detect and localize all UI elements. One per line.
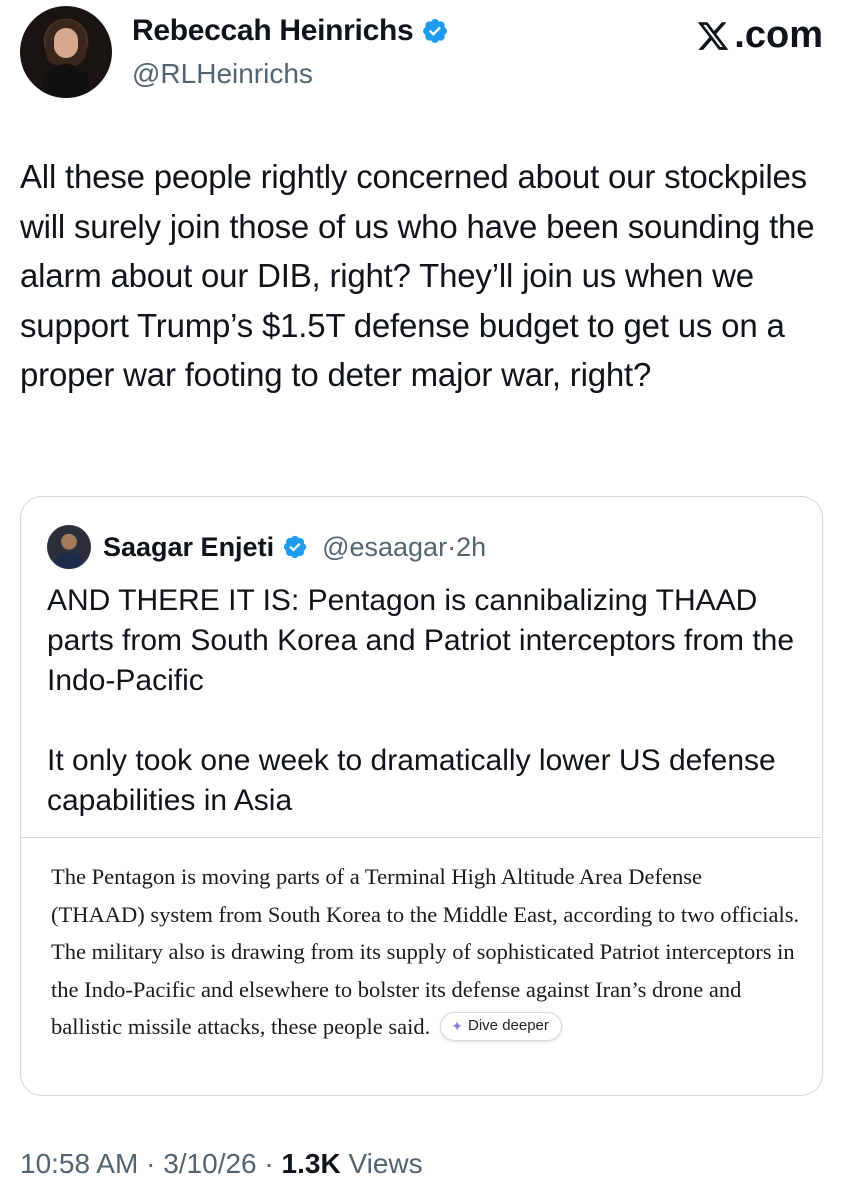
x-logo-icon bbox=[698, 21, 729, 50]
views-count[interactable]: 1.3K bbox=[282, 1148, 341, 1179]
dot-separator: · bbox=[256, 1148, 282, 1179]
article-excerpt-text: The Pentagon is moving parts of a Termin… bbox=[51, 864, 800, 1039]
tweet-header: Rebeccah Heinrichs @RLHeinrichs .com bbox=[20, 6, 823, 100]
article-excerpt-card[interactable]: The Pentagon is moving parts of a Termin… bbox=[21, 837, 821, 1095]
author-name[interactable]: Rebeccah Heinrichs bbox=[132, 14, 414, 48]
quoted-author-handle[interactable]: @esaagar·2h bbox=[322, 532, 486, 563]
article-excerpt: The Pentagon is moving parts of a Termin… bbox=[51, 858, 801, 1046]
quoted-timestamp[interactable]: 2h bbox=[456, 532, 486, 562]
verified-badge-icon bbox=[423, 19, 448, 43]
quoted-tweet-body: AND THERE IT IS: Pentagon is cannibalizi… bbox=[47, 581, 807, 821]
dot-separator: · bbox=[138, 1148, 164, 1179]
quoted-tweet[interactable]: Saagar Enjeti @esaagar·2h AND THERE IT I… bbox=[20, 496, 823, 1096]
author-name-row: Rebeccah Heinrichs bbox=[132, 14, 449, 48]
dive-deeper-label: Dive deeper bbox=[468, 1017, 549, 1034]
dot-separator: · bbox=[447, 531, 457, 562]
brand-domain: .com bbox=[734, 14, 823, 56]
quoted-paragraph: AND THERE IT IS: Pentagon is cannibalizi… bbox=[47, 584, 795, 697]
x-com-logo: .com bbox=[696, 14, 823, 57]
tweet-meta: 10:58 AM · 3/10/26 · 1.3K Views bbox=[20, 1148, 423, 1180]
quoted-paragraph: It only took one week to dramatically lo… bbox=[47, 744, 776, 817]
dive-deeper-button[interactable]: ✦ Dive deeper bbox=[440, 1012, 562, 1041]
verified-badge-icon bbox=[283, 535, 307, 559]
author-avatar[interactable] bbox=[20, 6, 112, 98]
quoted-tweet-header: Saagar Enjeti @esaagar·2h bbox=[47, 525, 486, 569]
author-handle[interactable]: @RLHeinrichs bbox=[132, 58, 313, 90]
tweet-date[interactable]: 3/10/26 bbox=[163, 1148, 256, 1179]
tweet-body: All these people rightly concerned about… bbox=[20, 158, 815, 393]
tweet-time[interactable]: 10:58 AM bbox=[20, 1148, 138, 1179]
sparkle-icon: ✦ bbox=[451, 1018, 464, 1034]
quoted-author-avatar[interactable] bbox=[47, 525, 91, 569]
views-label: Views bbox=[340, 1148, 423, 1179]
quoted-author-name[interactable]: Saagar Enjeti bbox=[103, 532, 274, 563]
